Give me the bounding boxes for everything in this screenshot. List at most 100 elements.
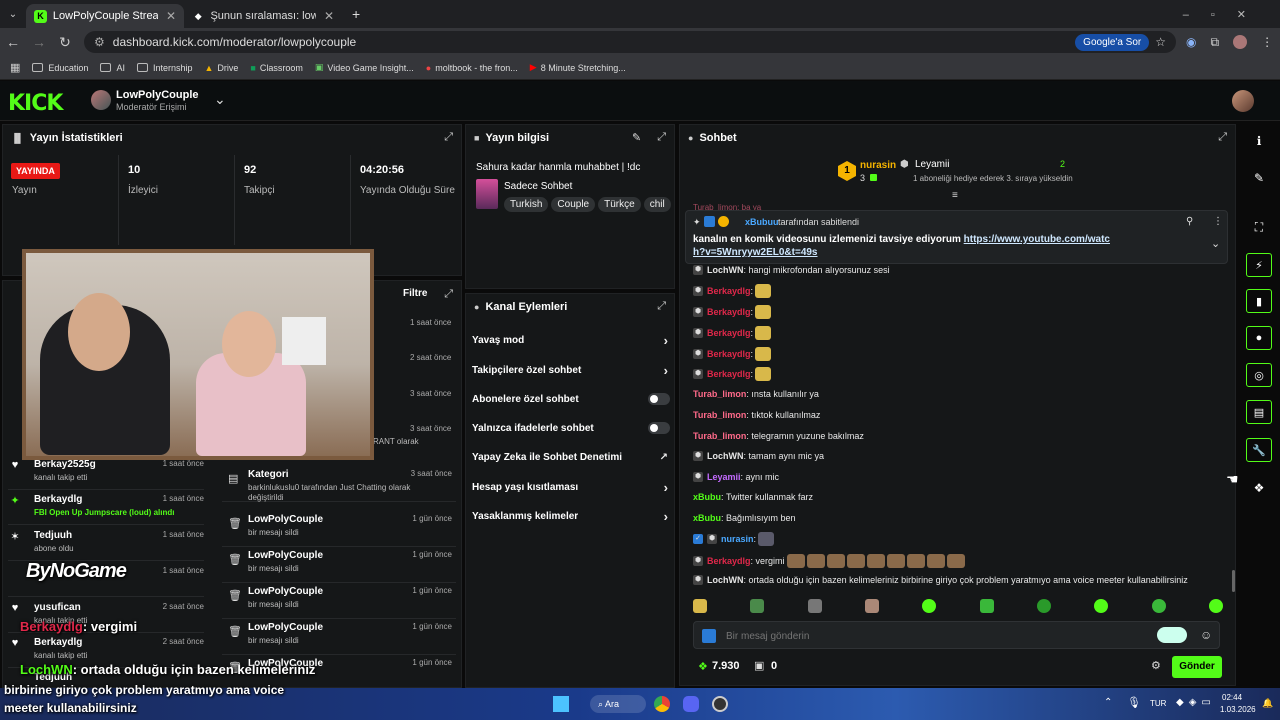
- bookmark-internship[interactable]: Internship: [136, 63, 192, 73]
- tag-pill[interactable]: chil: [643, 197, 671, 212]
- tab-kick-dashboard[interactable]: K LowPolyCouple Stream - Kick D ✕: [26, 4, 184, 28]
- chat-message[interactable]: ⬢ LochWN: hangi mikrofondan alıyorsunuz …: [693, 265, 890, 275]
- microphone-icon[interactable]: 🎙: [1127, 696, 1141, 709]
- profile-avatar[interactable]: [1233, 35, 1248, 49]
- user-avatar[interactable]: [1232, 90, 1254, 112]
- leader-name[interactable]: nurasin: [860, 160, 896, 171]
- quick-emote[interactable]: [807, 599, 822, 613]
- chat-user[interactable]: Berkaydlg: [707, 307, 751, 317]
- chat-settings-icon[interactable]: ⚙: [1151, 659, 1161, 672]
- subscribers-only-toggle[interactable]: [648, 393, 670, 405]
- modlog-row[interactable]: 🗑 LowPolyCouple bir mesajı sildi 1 gün ö…: [222, 547, 456, 583]
- chrome-icon[interactable]: [654, 696, 670, 712]
- activity-row[interactable]: ✶ Tedjuuh abone oldu 1 saat önce: [8, 527, 204, 561]
- chat-message[interactable]: ⬢ LochWN: ortada olduğu için bazen kelime…: [693, 575, 1188, 585]
- menu-kebab-icon[interactable]: ⋮: [1261, 35, 1273, 49]
- quick-emote[interactable]: [1094, 599, 1109, 613]
- send-button[interactable]: Gönder: [1172, 656, 1222, 678]
- chat-message[interactable]: ⬢ LochWN: tamam aynı mic ya: [693, 451, 824, 461]
- close-icon[interactable]: ✕: [158, 9, 176, 23]
- activity-row[interactable]: ♥ Berkay2525g kanalı takip etti 1 saat ö…: [8, 456, 204, 490]
- quick-action-chat-icon[interactable]: ●: [1246, 326, 1272, 350]
- back-icon[interactable]: ←: [0, 34, 26, 50]
- bookmark-video-game-insight[interactable]: ▣ Video Game Insight...: [315, 62, 414, 73]
- kicks-icon[interactable]: ❖: [1246, 476, 1272, 500]
- forward-icon[interactable]: →: [26, 34, 52, 50]
- action-banned-words[interactable]: Yasaklanmış kelimeler ›: [472, 506, 672, 526]
- quick-action-broadcast-icon[interactable]: ◎: [1246, 363, 1272, 387]
- kick-logo[interactable]: KICK: [8, 91, 63, 116]
- taskbar-search[interactable]: ⌕ Ara: [590, 695, 646, 713]
- quick-emote[interactable]: [864, 599, 879, 613]
- quick-emote[interactable]: [1036, 599, 1051, 613]
- chat-user[interactable]: Berkaydlg: [707, 328, 751, 338]
- language-indicator[interactable]: TUR: [1150, 699, 1166, 708]
- quick-emote[interactable]: [1208, 599, 1223, 613]
- chat-user[interactable]: xBubu: [693, 513, 721, 523]
- activity-row[interactable]: ✦ Berkaydlg FBI Open Up Jumpscare (loud)…: [8, 491, 204, 525]
- chat-scrollbar[interactable]: [1232, 570, 1235, 592]
- emotes-only-toggle[interactable]: [648, 422, 670, 434]
- modlog-row[interactable]: 🗑 LowPolyCouple bir mesajı sildi 1 gün ö…: [222, 511, 456, 547]
- quick-emote[interactable]: [979, 599, 994, 613]
- chat-message[interactable]: Turab_limon: ınsta kullanılır ya: [693, 389, 819, 399]
- expand-icon[interactable]: ⤢: [657, 300, 666, 313]
- reload-icon[interactable]: ↻: [52, 34, 78, 51]
- quick-emote[interactable]: [1151, 599, 1166, 613]
- chat-message[interactable]: ⬢ Berkaydlg: vergimi: [693, 554, 965, 568]
- quick-emote[interactable]: [693, 599, 707, 613]
- chat-user[interactable]: LochWN: [707, 451, 744, 461]
- chat-message[interactable]: ✓ ⬢ nurasin:: [693, 532, 775, 546]
- action-account-age[interactable]: Hesap yaşı kısıtlaması ›: [472, 477, 672, 497]
- new-tab-button[interactable]: +: [352, 6, 360, 22]
- emoji-icon[interactable]: ☺: [1200, 628, 1212, 642]
- url-field[interactable]: ⚙ dashboard.kick.com/moderator/lowpolyco…: [84, 31, 1176, 53]
- extensions-puzzle-icon[interactable]: ⧉: [1210, 35, 1219, 50]
- clock-date[interactable]: 1.03.2026: [1220, 705, 1256, 714]
- bookmark-classroom[interactable]: ■ Classroom: [250, 63, 302, 73]
- bookmark-stretching[interactable]: ▶ 8 Minute Stretching...: [530, 62, 626, 73]
- chevron-down-icon[interactable]: ⌄: [214, 91, 226, 108]
- action-followers-only[interactable]: Takipçilere özel sohbet ›: [472, 360, 672, 380]
- site-info-icon[interactable]: ⚙: [94, 35, 105, 49]
- leader-name[interactable]: Leyamii: [915, 159, 949, 170]
- gift-count[interactable]: 0: [771, 660, 777, 672]
- expand-icon[interactable]: ⤢: [1218, 131, 1227, 144]
- info-icon[interactable]: ℹ: [1246, 129, 1272, 153]
- chat-user[interactable]: Turab_limon: [693, 389, 746, 399]
- edit-icon[interactable]: ✎: [1246, 166, 1272, 190]
- tag-pill[interactable]: Turkish: [504, 197, 549, 212]
- notification-icon[interactable]: 🔔: [1262, 698, 1273, 709]
- tab-ranking[interactable]: ◆ Şunun sıralaması: lowpolycoupl ✕: [184, 4, 342, 28]
- chat-message[interactable]: ⬢ Berkaydlg:: [693, 347, 772, 361]
- expand-icon[interactable]: ⤢: [444, 288, 453, 301]
- action-ai-moderation[interactable]: Yapay Zeka ile Sohbet Denetimi ↗: [472, 447, 672, 467]
- chat-user[interactable]: LochWN: [707, 575, 744, 585]
- chat-message[interactable]: ⬢ Berkaydlg:: [693, 305, 772, 319]
- clock-time[interactable]: 02:44: [1222, 693, 1242, 702]
- quick-action-clip-icon[interactable]: ▤: [1246, 400, 1272, 424]
- chat-user[interactable]: Berkaydlg: [707, 556, 751, 566]
- edit-pencil-icon[interactable]: ✎: [632, 131, 641, 144]
- modlog-row[interactable]: 🗑 LowPolyCouple bir mesajı sildi 1 gün ö…: [222, 583, 456, 619]
- tag-pill[interactable]: Couple: [551, 197, 596, 212]
- channel-avatar[interactable]: [91, 90, 111, 110]
- close-icon[interactable]: ✕: [316, 9, 334, 23]
- chat-message[interactable]: xBubu: Bağımlısıyım ben: [693, 513, 796, 523]
- window-controls[interactable]: –▫✕: [1183, 8, 1268, 21]
- chat-user[interactable]: xBubu: [693, 492, 721, 502]
- chevron-down-icon[interactable]: ⌄: [1211, 237, 1220, 250]
- modlog-row[interactable]: ▤ Kategori barkinlukuslu0 tarafından Jus…: [222, 466, 456, 502]
- bookmark-drive[interactable]: ▲ Drive: [204, 63, 238, 73]
- chat-message[interactable]: ⬢ Berkaydlg:: [693, 326, 772, 340]
- points-value[interactable]: 7.930: [712, 660, 740, 672]
- capture-icon[interactable]: ⛶: [1246, 215, 1272, 239]
- pin-toggle-icon[interactable]: ⚲: [1186, 216, 1193, 227]
- tag-pill[interactable]: Türkçe: [598, 197, 641, 212]
- quick-action-lightning-icon[interactable]: ⚡: [1246, 253, 1272, 277]
- chat-message[interactable]: Turab_limon: tıktok kullanılmaz: [693, 410, 820, 420]
- google-ask-button[interactable]: Google'a Sor: [1075, 33, 1150, 51]
- chat-message[interactable]: ⬢ Berkaydlg:: [693, 284, 772, 298]
- bookmark-star-icon[interactable]: ☆: [1155, 35, 1166, 49]
- modlog-row[interactable]: 🗑 LowPolyCouple bir mesajı sildi 1 gün ö…: [222, 619, 456, 655]
